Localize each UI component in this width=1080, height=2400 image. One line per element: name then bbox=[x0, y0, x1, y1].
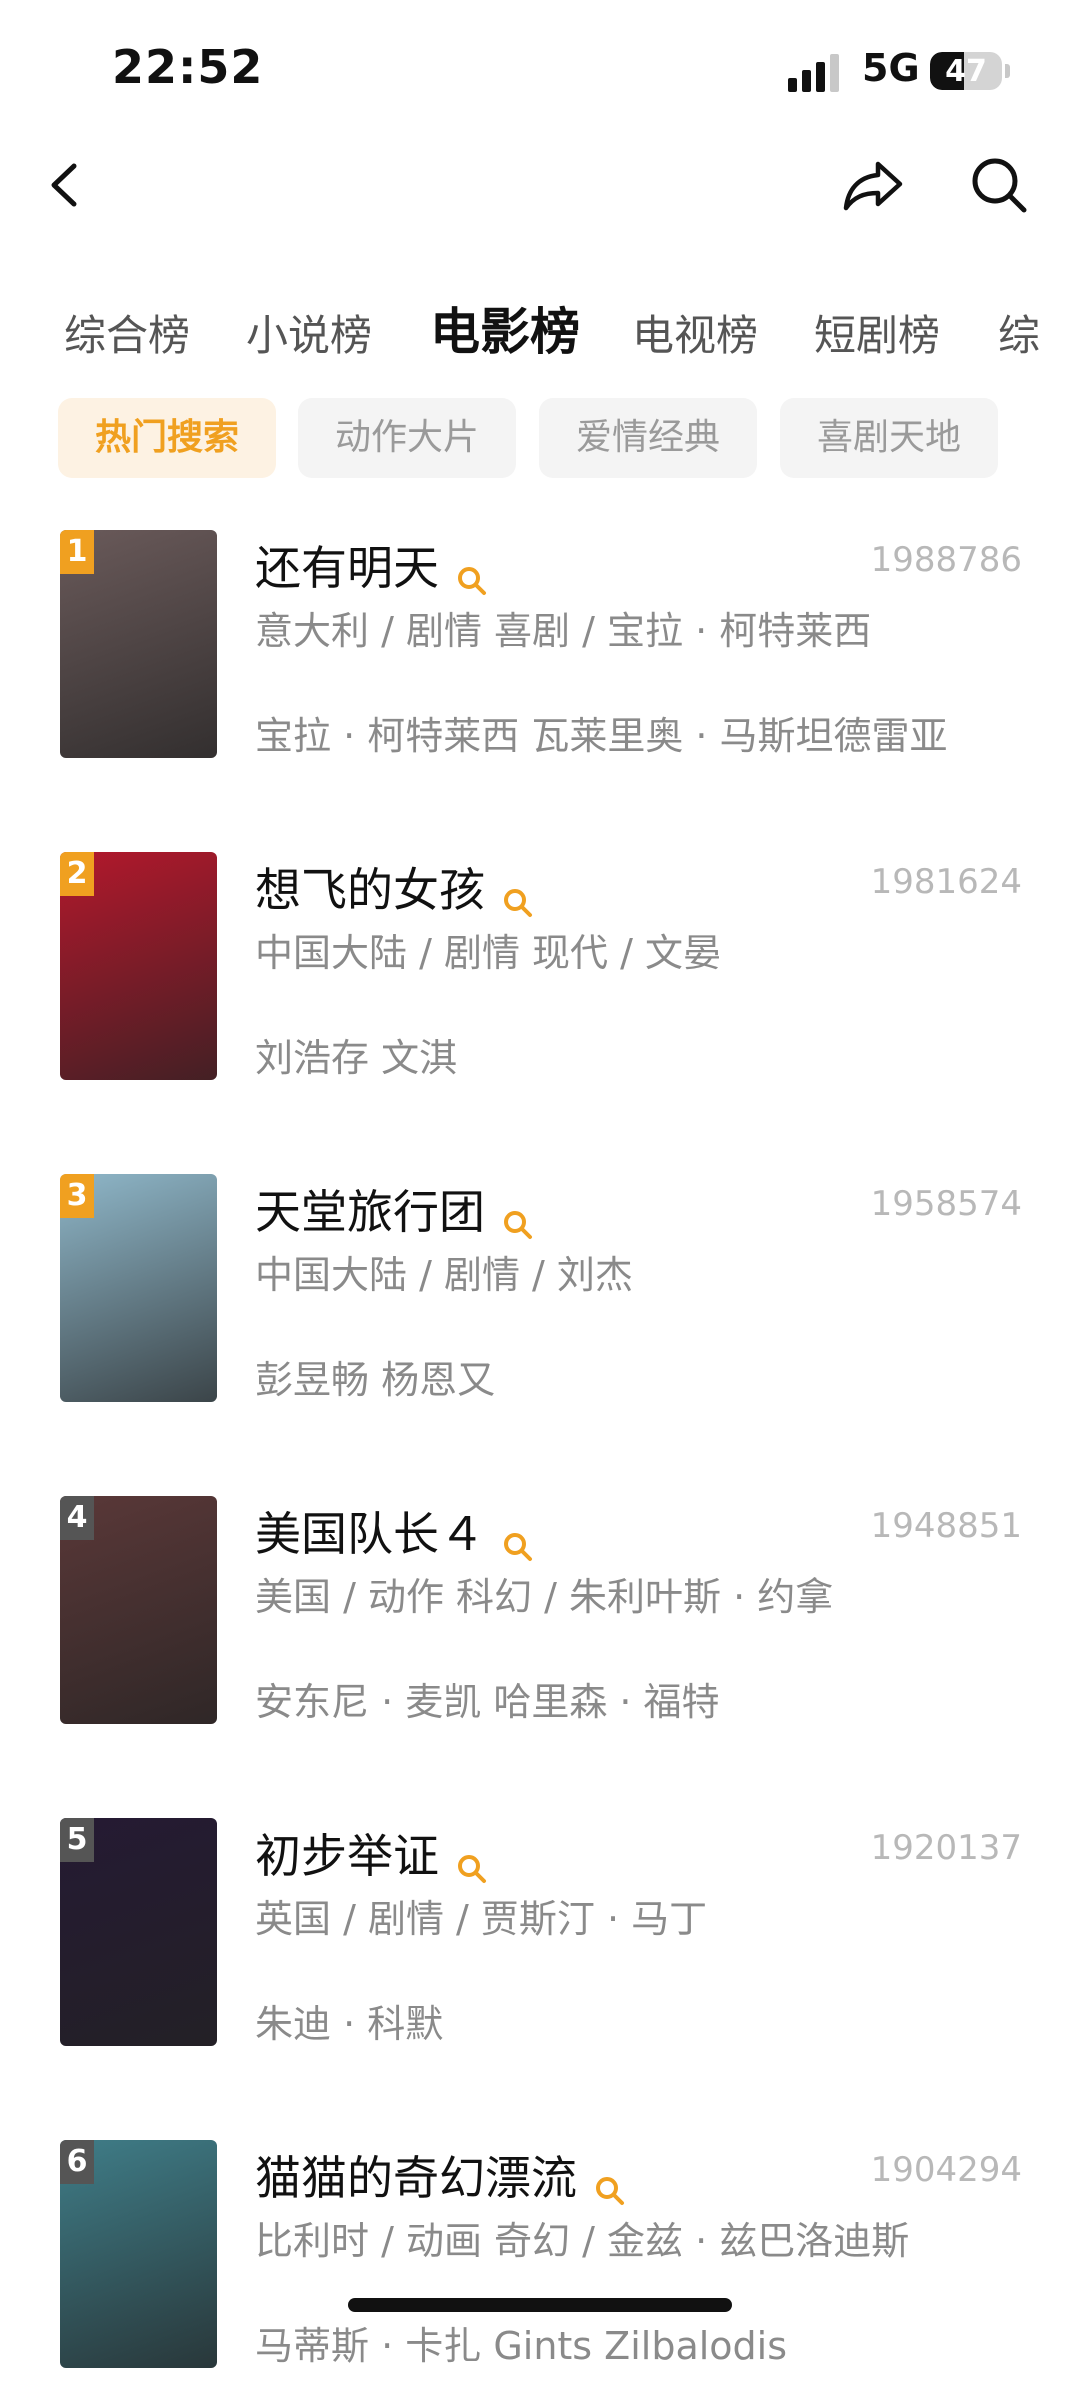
movie-meta: 美国 / 动作 科幻 / 朱利叶斯 · 约拿 bbox=[255, 1575, 834, 1619]
movie-meta: 意大利 / 剧情 喜剧 / 宝拉 · 柯特莱西 bbox=[255, 609, 872, 653]
movie-cast: 安东尼 · 麦凯 哈里森 · 福特 bbox=[255, 1680, 720, 1724]
movie-meta: 中国大陆 / 剧情 / 刘杰 bbox=[255, 1253, 633, 1297]
search-count: 1904294 bbox=[870, 2150, 1022, 2190]
network-type: 5G bbox=[862, 46, 920, 90]
movie-meta: 比利时 / 动画 奇幻 / 金兹 · 兹巴洛迪斯 bbox=[255, 2219, 910, 2263]
rank-badge: 5 bbox=[60, 1818, 94, 1862]
tab-novel[interactable]: 小说榜 bbox=[246, 302, 372, 363]
rank-badge: 4 bbox=[60, 1496, 94, 1540]
search-count: 1988786 bbox=[870, 540, 1022, 580]
rank-badge: 2 bbox=[60, 852, 94, 896]
search-icon[interactable] bbox=[501, 1199, 535, 1239]
tab-overall[interactable]: 综合榜 bbox=[64, 302, 190, 363]
search-icon[interactable] bbox=[455, 555, 489, 595]
tab-short-drama[interactable]: 短剧榜 bbox=[814, 302, 940, 363]
tab-tv[interactable]: 电视榜 bbox=[632, 302, 758, 363]
list-item[interactable]: 5 初步举证 1920137 英国 / 剧情 / 贾斯汀 · 马丁 朱迪 · 科… bbox=[0, 1818, 1080, 2078]
cellular-signal-icon bbox=[788, 52, 844, 92]
rank-badge: 6 bbox=[60, 2140, 94, 2184]
search-count: 1920137 bbox=[870, 1828, 1022, 1868]
rank-badge: 3 bbox=[60, 1174, 94, 1218]
search-icon[interactable] bbox=[455, 1843, 489, 1883]
tab-movie[interactable]: 电影榜 bbox=[430, 292, 580, 364]
movie-title[interactable]: 想飞的女孩 bbox=[255, 863, 485, 917]
battery-icon: 47 bbox=[930, 52, 1002, 90]
movie-cast: 朱迪 · 科默 bbox=[255, 2002, 444, 2046]
movie-cast: 彭昱畅 杨恩又 bbox=[255, 1358, 496, 1402]
chip-hot-search[interactable]: 热门搜索 bbox=[58, 398, 276, 478]
list-item[interactable]: 1 还有明天 1988786 意大利 / 剧情 喜剧 / 宝拉 · 柯特莱西 宝… bbox=[0, 530, 1080, 790]
search-icon[interactable] bbox=[964, 150, 1034, 220]
list-item[interactable]: 6 猫猫的奇幻漂流 1904294 比利时 / 动画 奇幻 / 金兹 · 兹巴洛… bbox=[0, 2140, 1080, 2400]
movie-poster[interactable]: 6 bbox=[60, 2140, 217, 2368]
status-bar: 22:52 5G 47 bbox=[0, 0, 1080, 140]
movie-poster[interactable]: 1 bbox=[60, 530, 217, 758]
search-count: 1948851 bbox=[870, 1506, 1022, 1546]
search-icon[interactable] bbox=[501, 1521, 535, 1561]
battery-percent: 47 bbox=[945, 54, 987, 89]
back-icon[interactable] bbox=[30, 150, 100, 220]
movie-title[interactable]: 猫猫的奇幻漂流 bbox=[255, 2151, 577, 2205]
movie-title[interactable]: 还有明天 bbox=[255, 541, 439, 595]
movie-poster[interactable]: 4 bbox=[60, 1496, 217, 1724]
tab-variety[interactable]: 综 bbox=[998, 302, 1040, 363]
chip-romance[interactable]: 爱情经典 bbox=[539, 398, 757, 478]
movie-cast: 宝拉 · 柯特莱西 瓦莱里奥 · 马斯坦德雷亚 bbox=[255, 714, 948, 758]
movie-title[interactable]: 美国队长４ bbox=[255, 1507, 485, 1561]
movie-poster[interactable]: 2 bbox=[60, 852, 217, 1080]
search-icon[interactable] bbox=[593, 2165, 627, 2205]
movie-poster[interactable]: 3 bbox=[60, 1174, 217, 1402]
list-item[interactable]: 3 天堂旅行团 1958574 中国大陆 / 剧情 / 刘杰 彭昱畅 杨恩又 bbox=[0, 1174, 1080, 1434]
search-count: 1981624 bbox=[870, 862, 1022, 902]
home-indicator[interactable] bbox=[348, 2298, 732, 2312]
search-icon[interactable] bbox=[501, 877, 535, 917]
share-icon[interactable] bbox=[838, 150, 908, 220]
status-time: 22:52 bbox=[112, 40, 264, 94]
movie-meta: 英国 / 剧情 / 贾斯汀 · 马丁 bbox=[255, 1897, 708, 1941]
battery-tip bbox=[1005, 64, 1010, 78]
chip-comedy[interactable]: 喜剧天地 bbox=[780, 398, 998, 478]
movie-cast: 刘浩存 文淇 bbox=[255, 1036, 458, 1080]
list-item[interactable]: 4 美国队长４ 1948851 美国 / 动作 科幻 / 朱利叶斯 · 约拿 安… bbox=[0, 1496, 1080, 1756]
top-nav bbox=[0, 140, 1080, 240]
movie-title[interactable]: 初步举证 bbox=[255, 1829, 439, 1883]
search-count: 1958574 bbox=[870, 1184, 1022, 1224]
rank-badge: 1 bbox=[60, 530, 94, 574]
filter-chips: 热门搜索 动作大片 爱情经典 喜剧天地 bbox=[0, 398, 1080, 480]
movie-title[interactable]: 天堂旅行团 bbox=[255, 1185, 485, 1239]
category-tabs: 综合榜 小说榜 电影榜 电视榜 短剧榜 综 bbox=[0, 290, 1080, 370]
movie-poster[interactable]: 5 bbox=[60, 1818, 217, 2046]
list-item[interactable]: 2 想飞的女孩 1981624 中国大陆 / 剧情 现代 / 文晏 刘浩存 文淇 bbox=[0, 852, 1080, 1112]
chip-action[interactable]: 动作大片 bbox=[298, 398, 516, 478]
movie-cast: 马蒂斯 · 卡扎 Gints Zilbalodis bbox=[255, 2324, 788, 2368]
movie-meta: 中国大陆 / 剧情 现代 / 文晏 bbox=[255, 931, 722, 975]
